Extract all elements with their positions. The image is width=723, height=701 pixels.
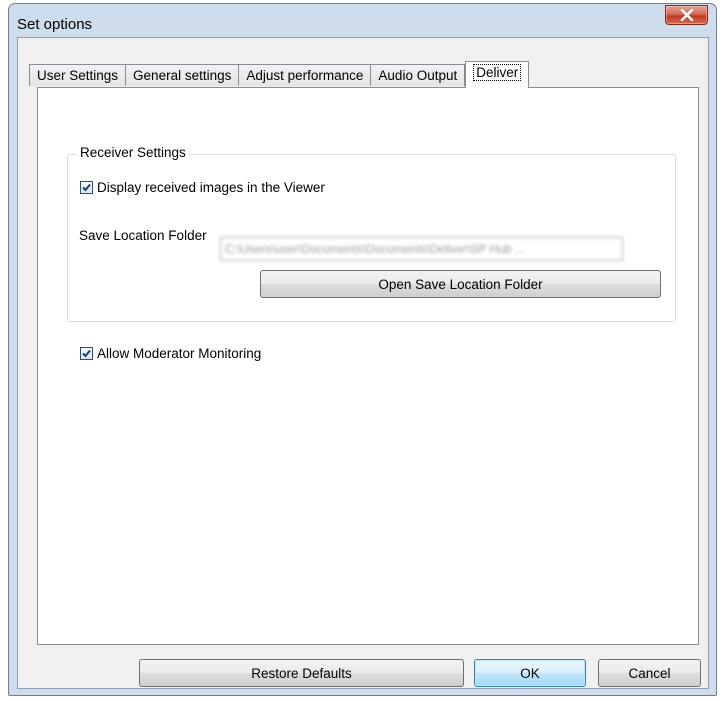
save-location-input[interactable]: C:\Users\user\Documents\Documents\Delive… xyxy=(220,237,623,261)
checkmark-icon xyxy=(82,183,91,192)
cancel-button[interactable]: Cancel xyxy=(598,659,701,687)
close-icon xyxy=(680,9,693,21)
tab-label: Deliver xyxy=(473,64,522,81)
title-bar[interactable]: Set options xyxy=(9,4,716,40)
checkmark-icon xyxy=(82,349,91,358)
open-save-location-button[interactable]: Open Save Location Folder xyxy=(260,270,661,298)
display-images-label: Display received images in the Viewer xyxy=(97,180,325,195)
tab-user-settings[interactable]: User Settings xyxy=(29,64,127,86)
ok-button[interactable]: OK xyxy=(474,659,586,687)
allow-moderator-option[interactable]: Allow Moderator Monitoring xyxy=(80,346,261,361)
tab-label: General settings xyxy=(133,68,232,83)
tab-label: User Settings xyxy=(37,68,119,83)
allow-moderator-label: Allow Moderator Monitoring xyxy=(97,346,262,361)
tab-strip: User Settings General settings Adjust pe… xyxy=(29,61,530,88)
allow-moderator-checkbox[interactable] xyxy=(80,347,93,360)
tab-adjust-performance[interactable]: Adjust performance xyxy=(239,64,372,86)
tab-label: Adjust performance xyxy=(246,68,364,83)
deliver-tab-panel: Receiver Settings xyxy=(37,87,699,645)
display-images-option[interactable]: Display received images in the Viewer xyxy=(80,180,325,195)
close-button[interactable] xyxy=(665,5,708,25)
restore-defaults-button[interactable]: Restore Defaults xyxy=(139,659,464,687)
save-location-label: Save Location Folder xyxy=(79,228,207,243)
tab-audio-output[interactable]: Audio Output xyxy=(371,64,466,86)
tab-general-settings[interactable]: General settings xyxy=(126,64,240,86)
display-images-checkbox[interactable] xyxy=(80,181,93,194)
group-title: Receiver Settings xyxy=(77,145,189,160)
tab-label: Audio Output xyxy=(378,68,458,83)
tab-deliver[interactable]: Deliver xyxy=(465,61,530,88)
window-title: Set options xyxy=(17,16,93,33)
